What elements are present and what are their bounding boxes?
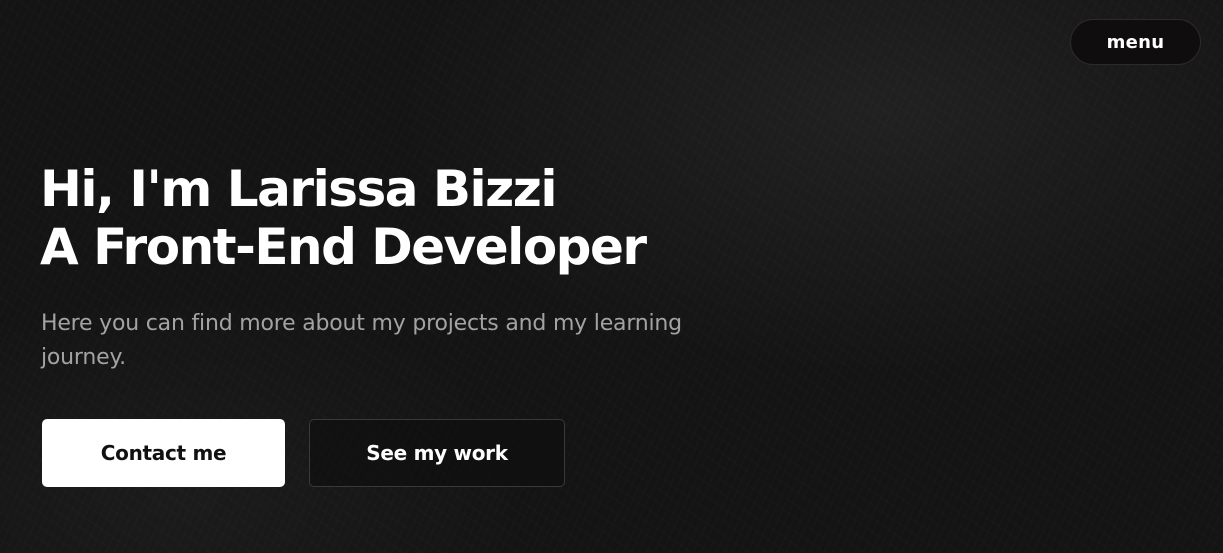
hero-subtitle: Here you can find more about my projects… bbox=[41, 311, 682, 370]
see-my-work-button[interactable]: See my work bbox=[309, 419, 565, 487]
hero-title-role: A Front-End Developer bbox=[40, 218, 647, 276]
hero-section: menu Hi, I'm Larissa Bizzi A Front-End D… bbox=[0, 0, 1223, 553]
contact-me-label: Contact me bbox=[100, 441, 227, 465]
contact-me-button[interactable]: Contact me bbox=[42, 419, 285, 487]
hero-title: Hi, I'm Larissa Bizzi A Front-End Develo… bbox=[40, 160, 647, 276]
menu-button[interactable]: menu bbox=[1070, 19, 1201, 65]
menu-button-label: menu bbox=[1106, 31, 1165, 53]
hero-title-greeting: Hi, I'm Larissa Bizzi bbox=[40, 160, 557, 218]
see-my-work-label: See my work bbox=[366, 441, 508, 465]
